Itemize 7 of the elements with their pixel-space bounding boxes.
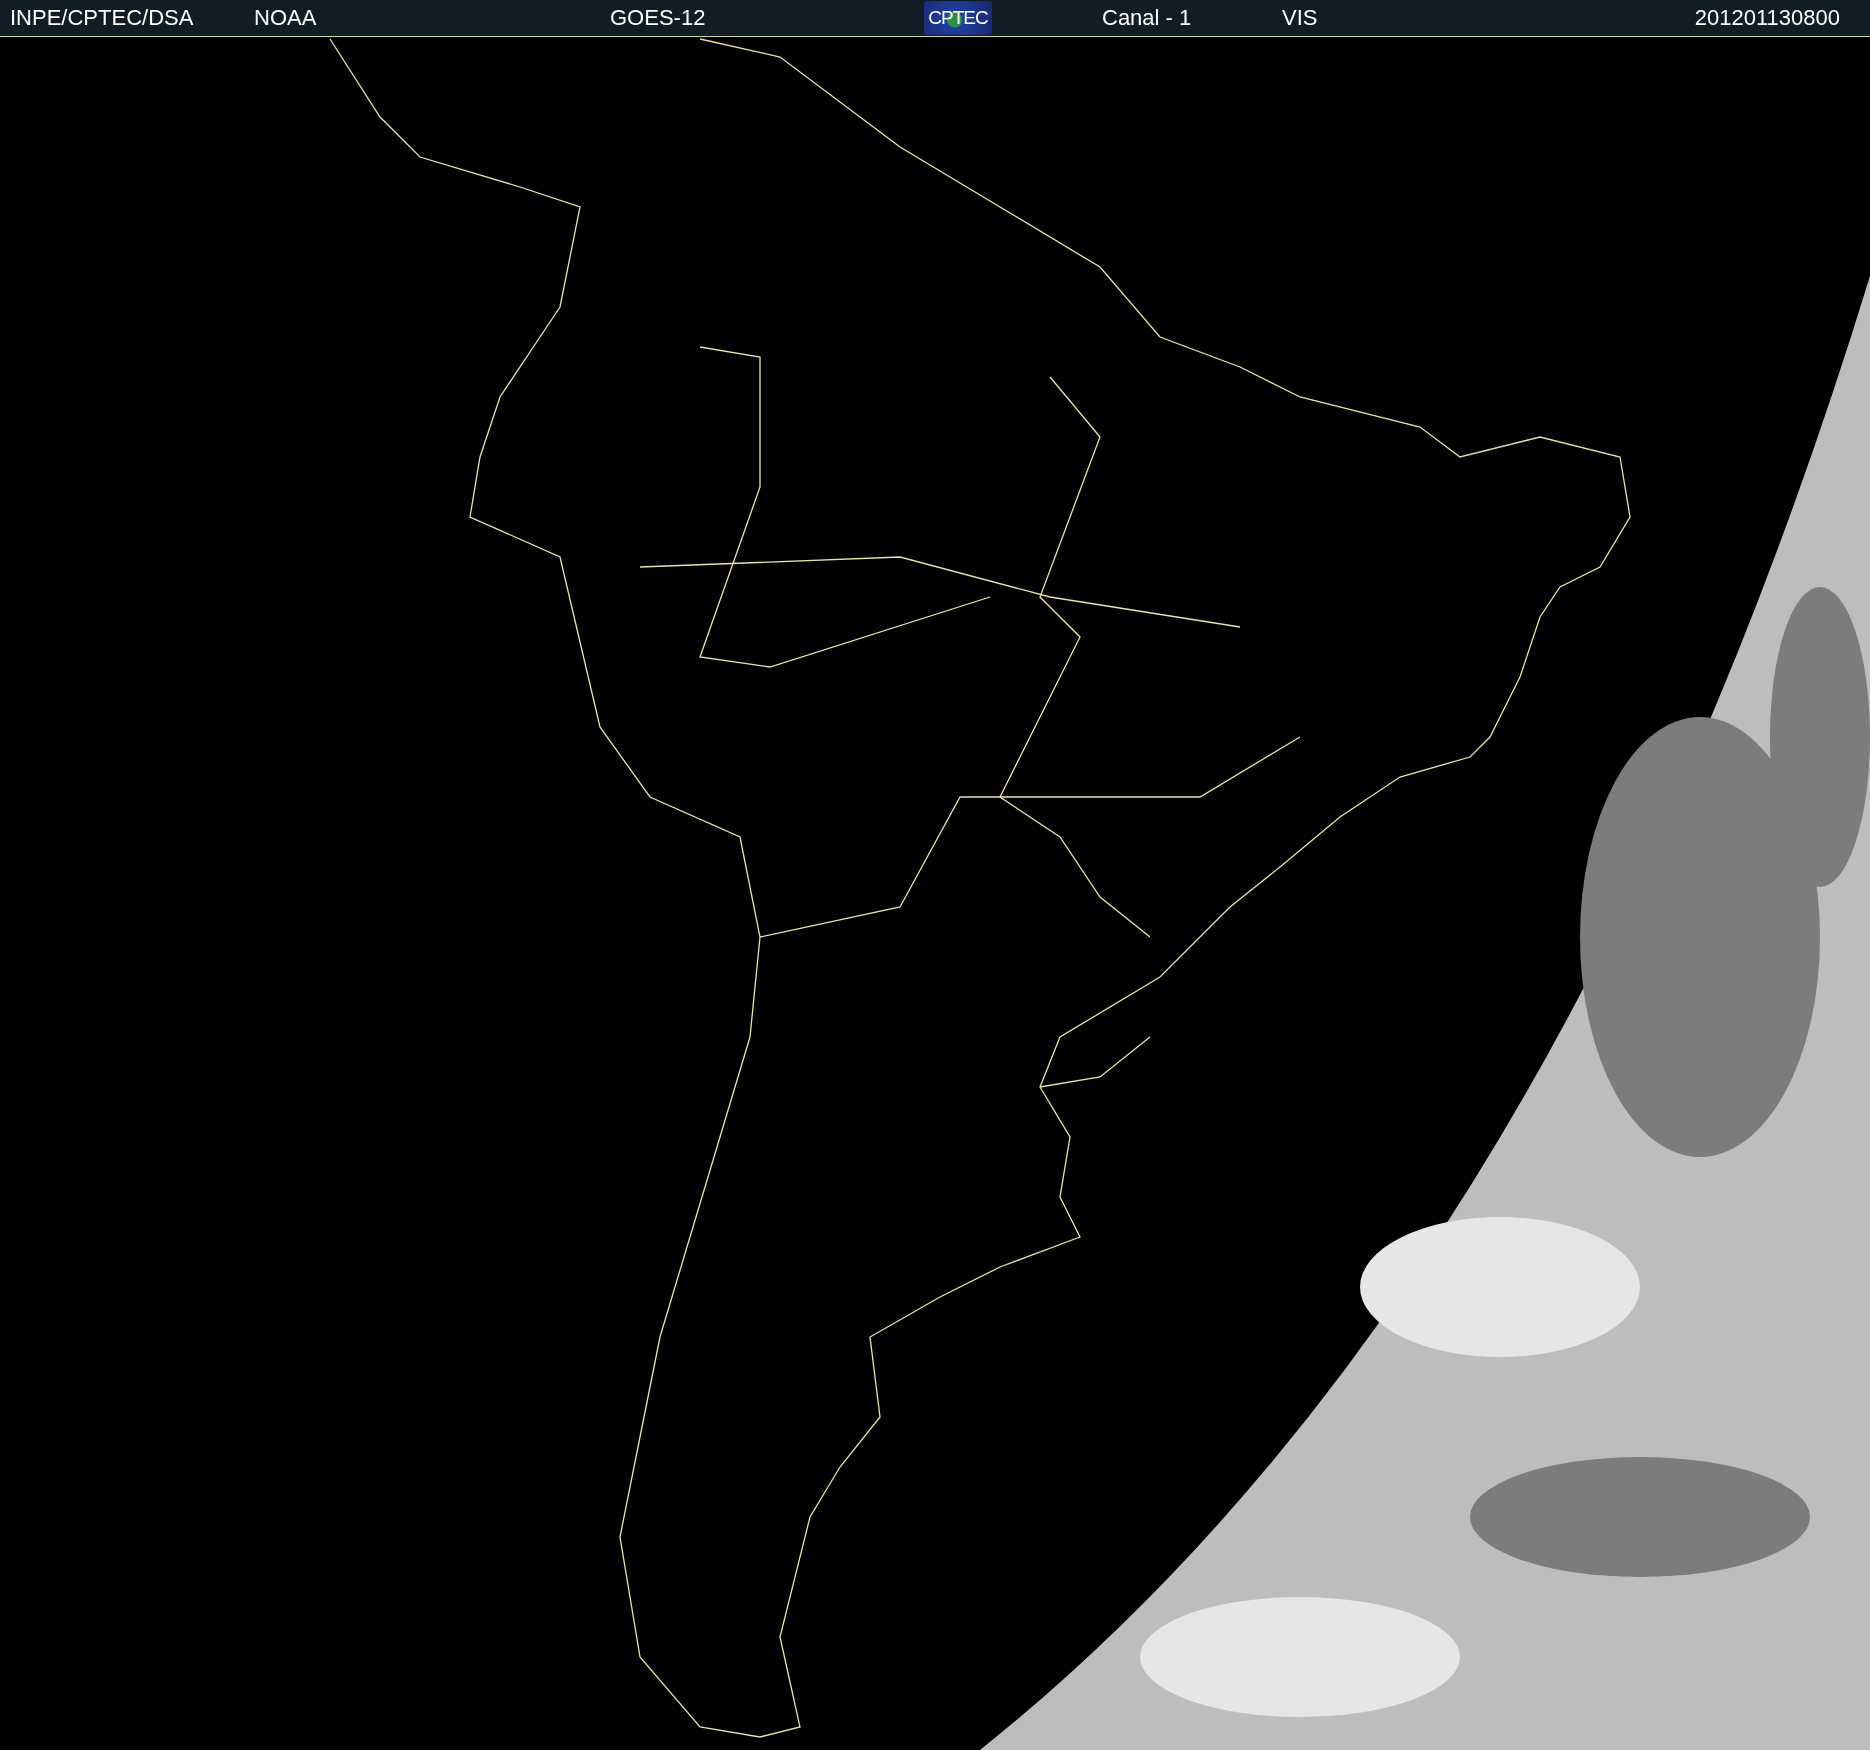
header-label: NOAA — [254, 5, 318, 31]
header-label: Canal - 1 — [1102, 5, 1193, 31]
header-label: GOES-12 — [610, 5, 707, 31]
header-label: VIS — [1282, 5, 1319, 31]
header-label: 201201130800 — [1694, 5, 1840, 31]
header-label: INPE/CPTEC/DSA — [10, 5, 195, 31]
logo: CPTEC — [924, 1, 992, 35]
